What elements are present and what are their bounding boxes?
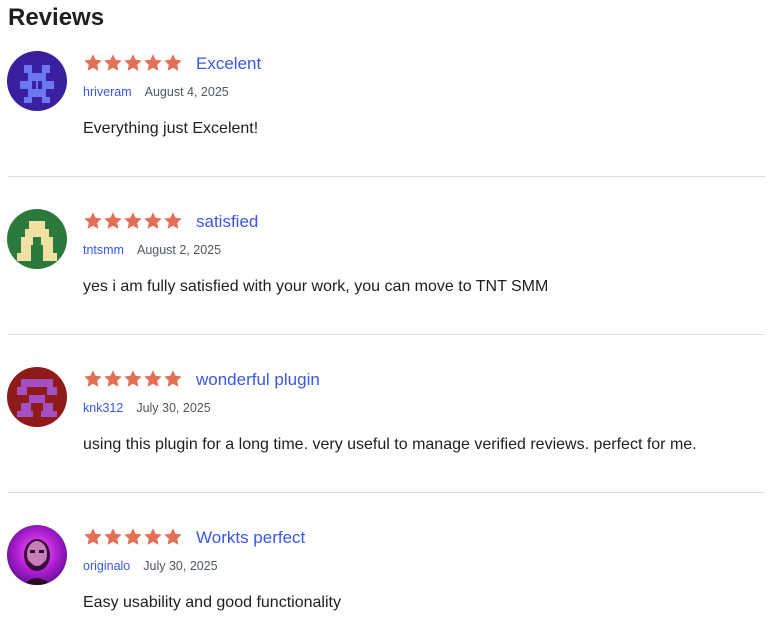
star-icon [83, 211, 103, 231]
red-pixel-identicon-icon [7, 367, 67, 427]
star-icon [83, 527, 103, 547]
star-icon [103, 527, 123, 547]
review-meta: hriveram August 4, 2025 [83, 84, 229, 100]
review-text: using this plugin for a long time. very … [83, 436, 697, 453]
review-text: yes i am fully satisfied with your work,… [83, 278, 549, 295]
star-icon [103, 211, 123, 231]
star-icon [143, 53, 163, 73]
star-icon [103, 53, 123, 73]
purple-pixel-identicon-icon [7, 51, 67, 111]
avatar[interactable] [7, 525, 67, 585]
review-divider [8, 492, 765, 493]
star-rating [83, 53, 183, 73]
review-author[interactable]: knk312 [83, 400, 123, 416]
review-title[interactable]: Excelent [196, 54, 261, 74]
star-icon [123, 527, 143, 547]
review-meta: knk312 July 30, 2025 [83, 400, 211, 416]
star-icon [123, 53, 143, 73]
star-icon [123, 211, 143, 231]
review-meta: originalo July 30, 2025 [83, 558, 218, 574]
star-rating [83, 369, 183, 389]
review-item: wonderful plugin knk312 July 30, 2025 us… [0, 334, 768, 492]
star-icon [143, 527, 163, 547]
star-rating [83, 527, 183, 547]
reviews-page: Reviews Excelent hriveram August 4, 2025… [0, 0, 768, 630]
review-item: Workts perfect originalo July 30, 2025 E… [0, 492, 768, 630]
star-icon [163, 53, 183, 73]
review-author[interactable]: hriveram [83, 84, 132, 100]
review-date: August 2, 2025 [136, 243, 222, 257]
star-icon [163, 211, 183, 231]
avatar[interactable] [7, 51, 67, 111]
review-date: August 4, 2025 [144, 85, 229, 99]
star-rating [83, 211, 183, 231]
green-pixel-identicon-icon [7, 209, 67, 269]
review-author[interactable]: tntsmm [83, 242, 124, 258]
review-date: July 30, 2025 [136, 401, 211, 415]
star-icon [123, 369, 143, 389]
star-icon [163, 527, 183, 547]
review-text: Everything just Excelent! [83, 120, 259, 137]
review-date: July 30, 2025 [143, 559, 218, 573]
review-item: Excelent hriveram August 4, 2025 Everyth… [0, 0, 768, 158]
star-icon [143, 211, 163, 231]
star-icon [103, 369, 123, 389]
review-title[interactable]: Workts perfect [196, 528, 305, 548]
review-text: Easy usability and good functionality [83, 594, 341, 611]
review-author[interactable]: originalo [83, 558, 130, 574]
star-icon [163, 369, 183, 389]
review-title[interactable]: satisfied [196, 212, 258, 232]
review-item: satisfied tntsmm August 2, 2025 yes i am… [0, 176, 768, 334]
review-divider [8, 176, 765, 177]
review-divider [8, 334, 765, 335]
review-title[interactable]: wonderful plugin [196, 370, 320, 390]
review-meta: tntsmm August 2, 2025 [83, 242, 221, 258]
star-icon [83, 53, 103, 73]
avatar[interactable] [7, 367, 67, 427]
star-icon [83, 369, 103, 389]
avatar[interactable] [7, 209, 67, 269]
star-icon [143, 369, 163, 389]
photo-avatar-icon [7, 525, 67, 585]
